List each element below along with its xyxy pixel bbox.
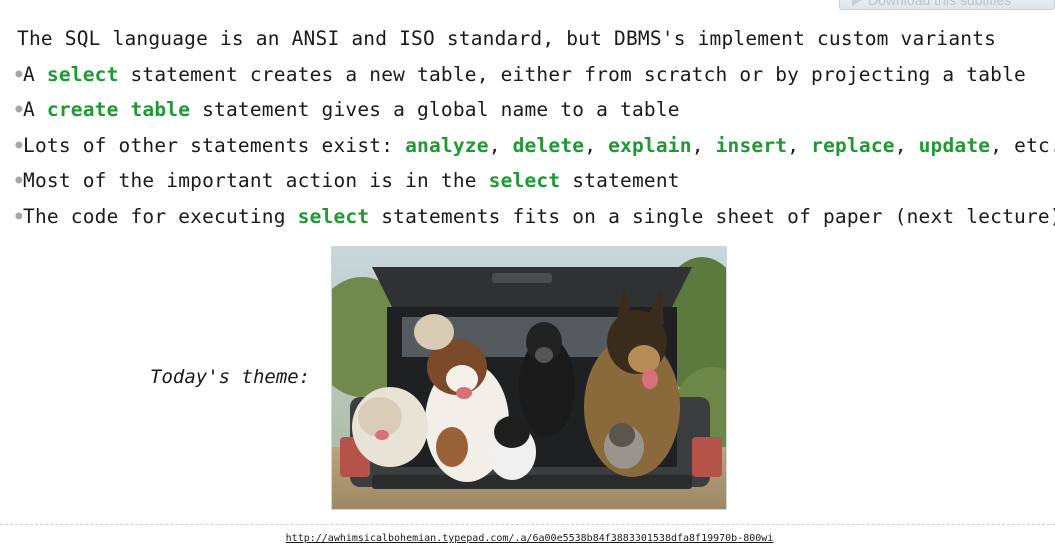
- bullet-text: , etc.: [990, 133, 1055, 157]
- bullet-dot-icon: •: [13, 169, 25, 192]
- slide-content: The SQL language is an ANSI and ISO stan…: [13, 27, 1055, 241]
- slide-heading: The SQL language is an ANSI and ISO stan…: [17, 27, 997, 50]
- bullet-create-table: •A create table statement gives a global…: [13, 98, 1055, 134]
- bullet-code-executing: •The code for executing select statement…: [13, 204, 1055, 241]
- bullet-text: statement: [560, 169, 680, 192]
- separator: ,: [488, 133, 513, 157]
- image-source-link[interactable]: http://awhimsicalbohemian.typepad.com/.a…: [0, 533, 1055, 544]
- play-icon: [852, 0, 862, 6]
- separator: ,: [894, 133, 919, 157]
- keyword-replace: replace: [811, 133, 895, 157]
- keyword-select: select: [46, 62, 119, 86]
- dogs-photo-illustration: [332, 247, 726, 509]
- download-subtitles-button[interactable]: Download this subtitles: [839, 0, 1055, 10]
- bullet-dot-icon: •: [13, 204, 25, 228]
- bullet-text: statement gives a global name to a table: [190, 98, 680, 121]
- bullet-text: A: [23, 62, 47, 86]
- bullet-select: •A select statement creates a new table,…: [13, 62, 1055, 99]
- keyword-create-table: create table: [46, 98, 191, 121]
- keyword-delete: delete: [512, 133, 585, 157]
- separator: ,: [787, 133, 812, 157]
- download-subtitles-label: Download this subtitles: [868, 0, 1012, 8]
- bullet-text: A: [23, 98, 47, 121]
- bullet-text: statements fits on a single sheet of pap…: [369, 204, 1055, 228]
- bullet-dot-icon: •: [13, 98, 25, 121]
- bullet-text: The code for executing: [23, 204, 298, 228]
- bullet-text: statement creates a new table, either fr…: [118, 62, 1026, 86]
- dogs-in-truck-photo: [331, 246, 727, 510]
- bullet-other-statements: •Lots of other statements exist: analyze…: [13, 133, 1055, 170]
- keyword-select: select: [488, 169, 561, 192]
- keyword-update: update: [918, 133, 991, 157]
- separator: ,: [691, 133, 716, 157]
- bullet-text: Lots of other statements exist:: [23, 133, 406, 157]
- footer-divider: [0, 524, 1055, 525]
- separator: ,: [584, 133, 609, 157]
- keyword-insert: insert: [715, 133, 788, 157]
- bullet-text: Most of the important action is in the: [23, 169, 489, 192]
- theme-label: Today's theme:: [150, 366, 311, 388]
- bullet-important-action: •Most of the important action is in the …: [13, 169, 1055, 205]
- keyword-analyze: analyze: [405, 133, 489, 157]
- bullet-dot-icon: •: [13, 133, 25, 157]
- keyword-select: select: [297, 204, 370, 228]
- bullet-dot-icon: •: [13, 62, 25, 86]
- keyword-explain: explain: [608, 133, 692, 157]
